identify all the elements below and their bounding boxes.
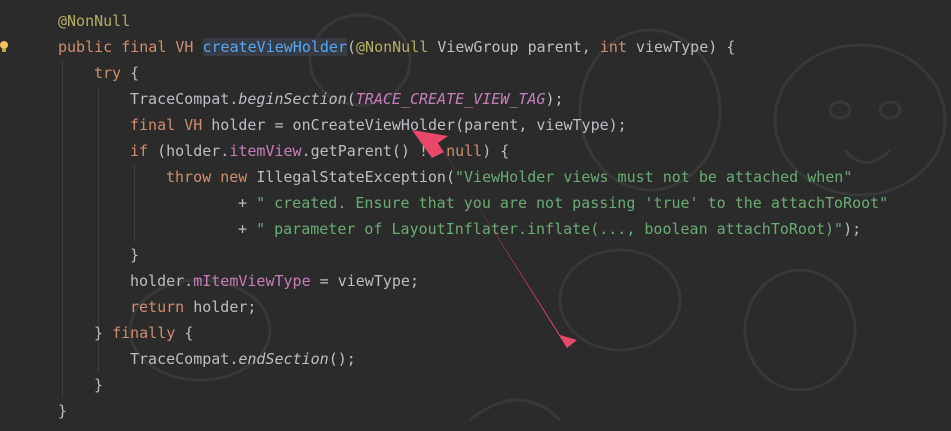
code-token: final [130,116,185,134]
code-line[interactable]: holder.mItemViewType = viewType; [130,268,419,294]
code-token: public [58,38,122,56]
code-token: (holder. [157,142,230,160]
code-token: } [94,324,113,342]
code-token: if [130,142,158,160]
code-token: TraceCompat. [130,350,239,368]
code-token: endSection [238,350,329,368]
code-token: "ViewHolder views must not be attached w… [455,168,853,186]
code-token: int [599,38,636,56]
code-token: } [130,246,140,264]
code-token: ) { [482,142,510,160]
code-token: throw [166,168,221,186]
code-token: + [238,220,257,238]
code-token: ( [347,38,357,56]
code-token: holder. [130,272,194,290]
code-token: (); [328,350,356,368]
code-line[interactable]: try { [94,60,139,86]
code-token: createViewHolder [202,38,347,56]
code-token: { [184,324,194,342]
code-token: .getParent() != [301,142,447,160]
code-token: " parameter of LayoutInflater.inflate(..… [256,220,844,238]
code-line[interactable]: } [58,398,67,424]
code-token: try [94,64,131,82]
code-line[interactable]: @NonNull [58,8,130,34]
code-token: + [238,194,257,212]
code-token: new [220,168,257,186]
code-token: ); [843,220,862,238]
indent-guide [134,164,135,242]
code-token: beginSection [238,90,347,108]
indent-guide [62,60,63,398]
code-token: " created. Ensure that you are not passi… [256,194,889,212]
code-token: finally [112,324,185,342]
code-token: { [130,64,140,82]
code-token: holder; [193,298,257,316]
code-token: IllegalStateException( [256,168,455,186]
code-token: final [121,38,176,56]
lightbulb-icon[interactable] [0,40,10,54]
code-token: @NonNull [58,12,131,30]
code-line[interactable]: + " created. Ensure that you are not pas… [238,190,888,216]
code-token: viewType) { [636,38,736,56]
code-line[interactable]: TraceCompat.endSection(); [130,346,356,372]
code-line[interactable]: } [130,242,139,268]
code-line[interactable]: } finally { [94,320,193,346]
code-line[interactable]: return holder; [130,294,256,320]
code-token: ViewGroup parent, [437,38,600,56]
code-line[interactable]: public final VH createViewHolder(@NonNul… [58,34,735,60]
code-line[interactable]: final VH holder = onCreateViewHolder(par… [130,112,627,138]
code-token: TraceCompat. [130,90,239,108]
code-token: } [94,376,104,394]
code-line[interactable]: TraceCompat.beginSection(TRACE_CREATE_VI… [130,86,564,112]
code-token: ( [346,90,356,108]
code-token: @NonNull [356,38,438,56]
code-token: = viewType; [310,272,419,290]
code-token: VH [175,38,203,56]
code-token: ); [545,90,564,108]
code-token: itemView [229,142,302,160]
code-token: null [446,142,483,160]
code-area[interactable]: @NonNull public final VH createViewHolder… [0,0,951,431]
code-line[interactable]: if (holder.itemView.getParent() != null)… [130,138,509,164]
code-token: TRACE_CREATE_VIEW_TAG [355,90,546,108]
code-token: } [58,402,68,420]
code-editor[interactable]: @NonNull public final VH createViewHolder… [0,0,951,431]
code-line[interactable]: + " parameter of LayoutInflater.inflate(… [238,216,861,242]
code-line[interactable]: } [94,372,103,398]
code-token: mItemViewType [193,272,311,290]
code-line[interactable]: throw new IllegalStateException("ViewHol… [166,164,852,190]
code-token: return [130,298,194,316]
code-token: VH [184,116,212,134]
code-token: holder = onCreateViewHolder(parent, view… [211,116,627,134]
